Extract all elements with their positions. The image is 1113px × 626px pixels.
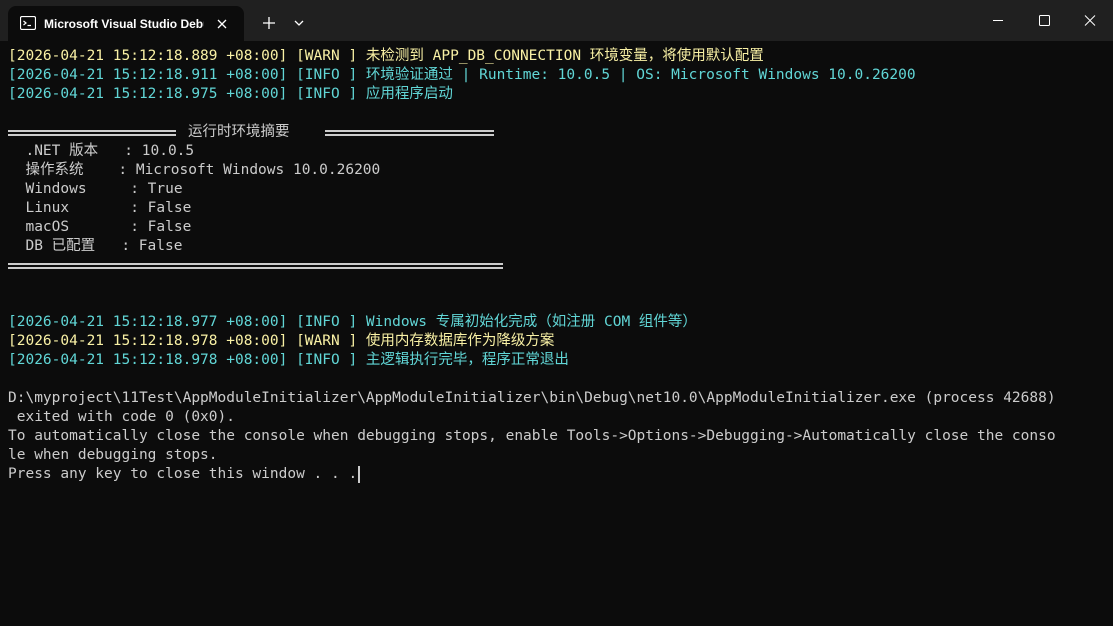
prompt-text: Press any key to close this window . . . bbox=[8, 466, 358, 482]
title-bar[interactable]: Microsoft Visual Studio Debug Console bbox=[0, 0, 1113, 41]
close-window-icon[interactable] bbox=[1067, 0, 1113, 41]
summary-title: 运行时环境摘要 bbox=[188, 124, 290, 140]
log-line-warn: [2026-04-21 15:12:18.889 +08:00] [WARN ]… bbox=[8, 48, 764, 64]
tab-close-icon[interactable] bbox=[212, 14, 232, 34]
terminal-icon bbox=[20, 16, 36, 30]
log-line-info: [2026-04-21 15:12:18.978 +08:00] [INFO ]… bbox=[8, 352, 569, 368]
summary-row: DB 已配置 : False bbox=[8, 238, 183, 254]
tab-debug-console[interactable]: Microsoft Visual Studio Debug Console bbox=[8, 6, 244, 41]
summary-header-rule: 运行时环境摘要 bbox=[8, 123, 1108, 142]
summary-row: .NET 版本 : 10.0.5 bbox=[8, 143, 195, 159]
summary-row: Windows : True bbox=[8, 181, 183, 197]
minimize-icon[interactable] bbox=[975, 0, 1021, 41]
summary-footer-rule bbox=[8, 256, 1108, 275]
summary-rule-left bbox=[8, 130, 176, 136]
tab-title: Microsoft Visual Studio Debug Console bbox=[44, 17, 204, 31]
new-tab-plus-icon[interactable] bbox=[256, 10, 282, 36]
summary-row: 操作系统 : Microsoft Windows 10.0.26200 bbox=[8, 162, 381, 178]
console-window: Microsoft Visual Studio Debug Console bbox=[0, 0, 1113, 626]
exit-line: le when debugging stops. bbox=[8, 447, 218, 463]
chevron-down-icon[interactable] bbox=[286, 10, 312, 36]
summary-rule-bottom bbox=[8, 263, 503, 269]
summary-row: Linux : False bbox=[8, 200, 192, 216]
log-line-warn: [2026-04-21 15:12:18.978 +08:00] [WARN ]… bbox=[8, 333, 555, 349]
prompt-line: Press any key to close this window . . . bbox=[8, 465, 1108, 484]
exit-line: To automatically close the console when … bbox=[8, 428, 1056, 444]
summary-row: macOS : False bbox=[8, 219, 192, 235]
exit-line: exited with code 0 (0x0). bbox=[8, 409, 235, 425]
maximize-icon[interactable] bbox=[1021, 0, 1067, 41]
log-line-info: [2026-04-21 15:12:18.975 +08:00] [INFO ]… bbox=[8, 86, 453, 102]
console-output[interactable]: [2026-04-21 15:12:18.889 +08:00] [WARN ]… bbox=[8, 47, 1108, 617]
text-cursor bbox=[358, 465, 361, 483]
exit-line: D:\myproject\11Test\AppModuleInitializer… bbox=[8, 390, 1056, 406]
summary-rule-right bbox=[325, 130, 494, 136]
log-line-info: [2026-04-21 15:12:18.977 +08:00] [INFO ]… bbox=[8, 314, 697, 330]
log-line-info: [2026-04-21 15:12:18.911 +08:00] [INFO ]… bbox=[8, 67, 916, 83]
